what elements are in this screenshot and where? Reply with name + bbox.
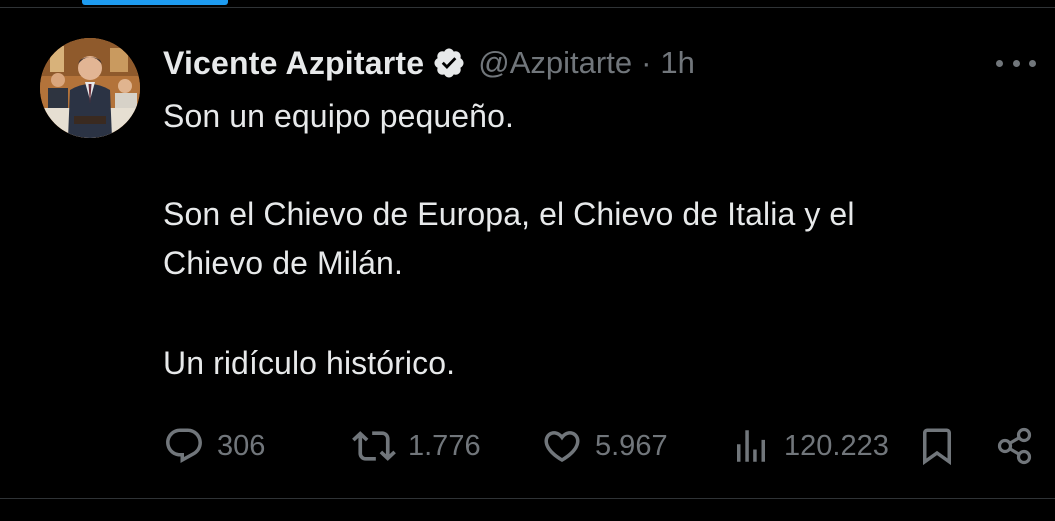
reply-button[interactable]: 306 [163,424,265,468]
author-handle[interactable]: @Azpitarte [478,45,632,81]
views-count: 120.223 [784,429,889,462]
bookmark-icon [923,428,951,466]
heart-icon [544,431,580,463]
more-options-icon[interactable] [996,55,1036,71]
repost-button[interactable]: 1.776 [352,424,481,468]
display-name[interactable]: Vicente Azpitarte [163,45,424,82]
timestamp[interactable]: 1h [660,45,694,81]
bookmark-button[interactable] [916,424,958,468]
avatar-photo [40,38,140,138]
top-divider [0,7,1055,8]
like-count: 5.967 [595,429,668,462]
views-icon [737,430,765,462]
share-button[interactable] [994,424,1036,468]
share-icon [997,427,1032,465]
verified-badge-icon [432,46,466,80]
reply-icon [166,428,202,463]
tweet-text-line: Son un equipo pequeño. [163,98,514,134]
like-button[interactable]: 5.967 [541,424,668,468]
repost-icon [352,431,396,461]
avatar[interactable] [40,38,140,138]
tweet-text-line: Un ridículo histórico. [163,345,456,381]
bottom-divider [0,498,1055,499]
views-button[interactable]: 120.223 [730,424,889,468]
tweet-text-line: Chievo de Milán. [163,245,403,281]
separator-dot: · [641,45,652,80]
tweet-header: Vicente Azpitarte @Azpitarte · 1h [163,40,695,86]
repost-count: 1.776 [408,429,481,462]
tweet-text-line: Son el Chievo de Europa, el Chievo de It… [163,196,855,232]
reply-count: 306 [217,429,266,462]
active-tab-indicator [82,0,228,5]
